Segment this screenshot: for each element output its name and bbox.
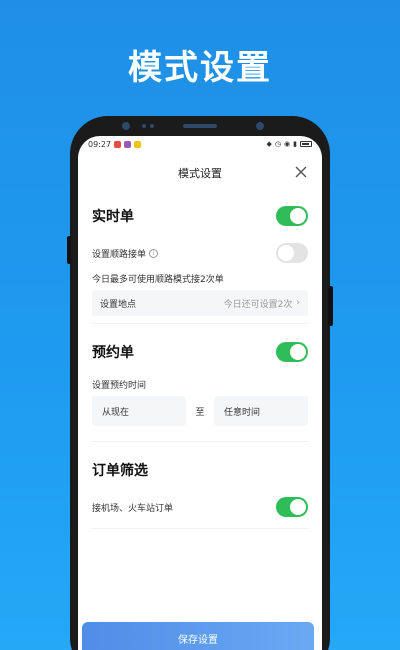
hero-title: 模式设置 — [128, 48, 272, 88]
power-button — [328, 286, 333, 326]
location-icon: ◆ — [266, 140, 272, 148]
route-limit-note: 今日最多可使用顺路模式接2次单 — [92, 274, 224, 285]
status-bar: 09:27 ◆ ◷ ◉ ▮ — [78, 136, 322, 152]
notification-icon — [124, 140, 132, 148]
realtime-toggle[interactable] — [276, 206, 308, 226]
chevron-right-icon: › — [296, 298, 300, 308]
time-to-value: 任意时间 — [224, 407, 261, 418]
reservation-time-label: 设置预约时间 — [92, 380, 147, 391]
page-title: 模式设置 — [178, 167, 222, 180]
section-divider — [92, 426, 308, 442]
app-screen: 09:27 ◆ ◷ ◉ ▮ 模式设置 实时单 设置顺路接单 i 今日最多可使用顺… — [78, 136, 322, 650]
modal-header: 模式设置 — [78, 152, 322, 194]
status-time: 09:27 — [88, 139, 112, 149]
save-button[interactable]: 保存设置 — [82, 622, 314, 650]
realtime-title: 实时单 — [92, 209, 134, 225]
time-separator: 至 — [195, 407, 205, 418]
route-order-toggle[interactable] — [276, 243, 308, 263]
section-divider — [92, 316, 308, 324]
signal-icon: ▮ — [293, 140, 297, 148]
battery-icon — [300, 141, 312, 147]
airport-order-label: 接机场、火车站订单 — [92, 503, 174, 514]
front-camera-icon — [256, 122, 264, 130]
sensor-icon — [142, 124, 146, 128]
realtime-section: 实时单 设置顺路接单 i 今日最多可使用顺路模式接2次单 设置地点 今日还可设置… — [78, 194, 322, 324]
set-location-hint: 今日还可设置2次 — [223, 299, 293, 310]
airport-order-toggle[interactable] — [276, 497, 308, 517]
time-to-field[interactable]: 任意时间 — [214, 396, 308, 426]
volume-button — [67, 236, 71, 264]
filter-section: 订单筛选 接机场、火车站订单 — [78, 448, 322, 529]
time-from-value: 从现在 — [102, 407, 130, 418]
route-order-label: 设置顺路接单 — [92, 249, 147, 260]
set-location-field[interactable]: 设置地点 今日还可设置2次 › — [92, 290, 308, 316]
sensor-icon — [150, 124, 154, 128]
gps-icon: ◉ — [284, 140, 291, 148]
alarm-icon: ◷ — [274, 140, 282, 148]
row-divider — [92, 528, 308, 529]
phone-frame: 09:27 ◆ ◷ ◉ ▮ 模式设置 实时单 设置顺路接单 i 今日最多可使用顺… — [67, 116, 333, 650]
notification-icon — [114, 140, 122, 148]
camera-icon — [122, 122, 130, 130]
speaker-grille — [183, 124, 217, 128]
notification-icon — [134, 140, 142, 148]
time-from-field[interactable]: 从现在 — [92, 396, 186, 426]
reservation-toggle[interactable] — [276, 342, 308, 362]
filter-title: 订单筛选 — [92, 463, 148, 479]
set-location-label: 设置地点 — [100, 299, 137, 310]
info-icon[interactable]: i — [149, 248, 159, 258]
reservation-section: 预约单 设置预约时间 从现在 至 任意时间 — [78, 330, 322, 442]
reservation-title: 预约单 — [92, 345, 134, 361]
close-icon[interactable] — [294, 165, 308, 179]
